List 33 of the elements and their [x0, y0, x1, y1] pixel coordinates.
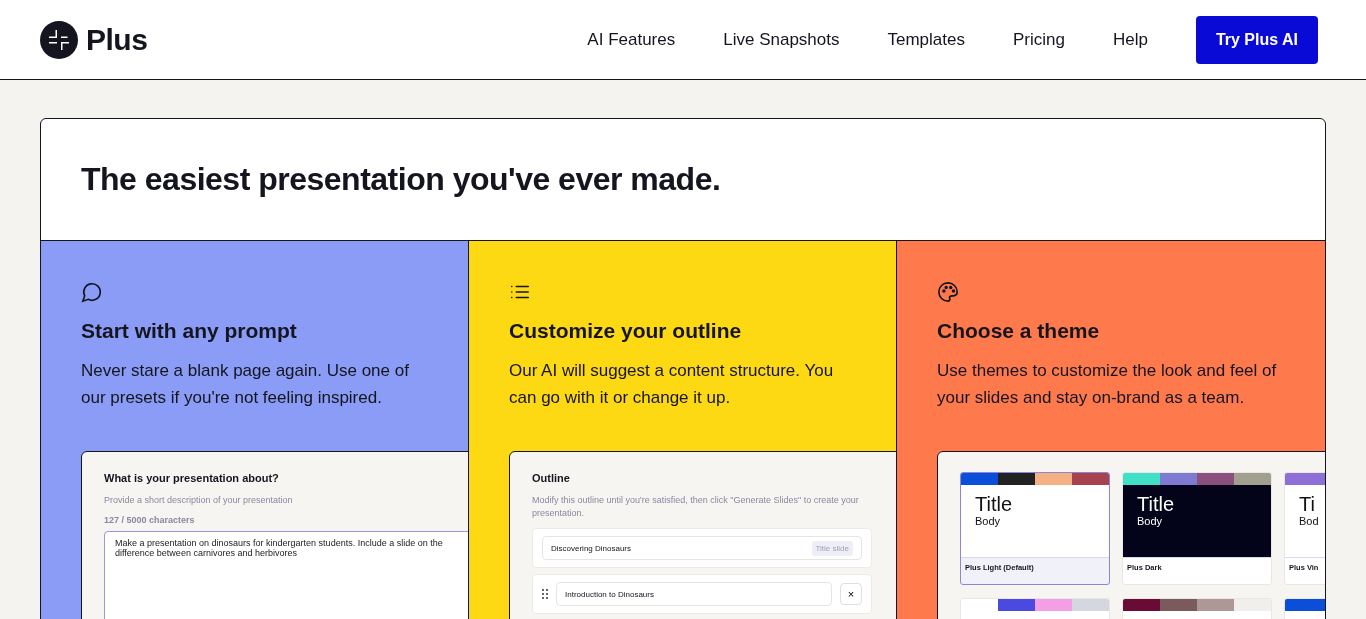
slide-title: Ti: [1299, 493, 1316, 515]
outline-heading: Outline: [532, 472, 571, 484]
nav-link[interactable]: Help: [1112, 29, 1148, 50]
form-hint: Provide a short description of your presentation: [104, 494, 294, 507]
slide-type-tag: Title slide: [811, 540, 853, 556]
feature-description: Never stare a blank page again. Use one of our presets if you're not feeling inspired.: [81, 360, 410, 409]
outline-hint: Modify this outline until you're satisfied, then click "Generate Slides" to create your presentation.: [532, 494, 860, 520]
form-heading: What is your presentation about?: [104, 472, 280, 484]
character-counter: 127 / 5000 characters: [104, 515, 196, 525]
feature-description: Use themes to customize the look and feel of your slides and stay on-brand as a team.: [937, 360, 1278, 409]
prompt-input-field[interactable]: Make a presentation on dinosaurs for kindergarten students. Include a slide on the difference between carnivores and herbivores: [104, 531, 468, 619]
logo-icon: [40, 20, 78, 59]
feature-title: Start with any prompt: [81, 319, 298, 343]
brand-name[interactable]: Plus: [86, 22, 148, 57]
remove-button[interactable]: ×: [840, 583, 862, 605]
slide-title: Title: [975, 493, 1014, 515]
nav-link[interactable]: Pricing: [1012, 29, 1065, 50]
slide-body: Bod: [1299, 515, 1320, 527]
feature-description: Our AI will suggest a content structure. You can go with it or change it up.: [509, 360, 835, 409]
slide-body: Body: [1137, 515, 1164, 527]
feature-title: Choose a theme: [937, 319, 1101, 343]
outline-input-field[interactable]: Introduction to Dinosaurs: [556, 582, 832, 606]
nav-link[interactable]: Live Snapshots: [723, 29, 840, 50]
palette-icon: [937, 281, 959, 303]
slide-title: Title: [1137, 493, 1176, 515]
feature-title: Customize your outline: [509, 319, 743, 343]
drag-handle-icon[interactable]: [542, 589, 548, 599]
slide-body: Body: [975, 515, 1002, 527]
speech-bubble-icon: [81, 281, 103, 303]
nav-link[interactable]: AI Features: [587, 29, 676, 50]
try-plus-ai-button[interactable]: Try Plus AI: [1195, 15, 1318, 64]
outline-input-field[interactable]: Discovering Dinosaurs Title slide: [542, 536, 862, 560]
nav-link[interactable]: Templates: [887, 29, 965, 50]
